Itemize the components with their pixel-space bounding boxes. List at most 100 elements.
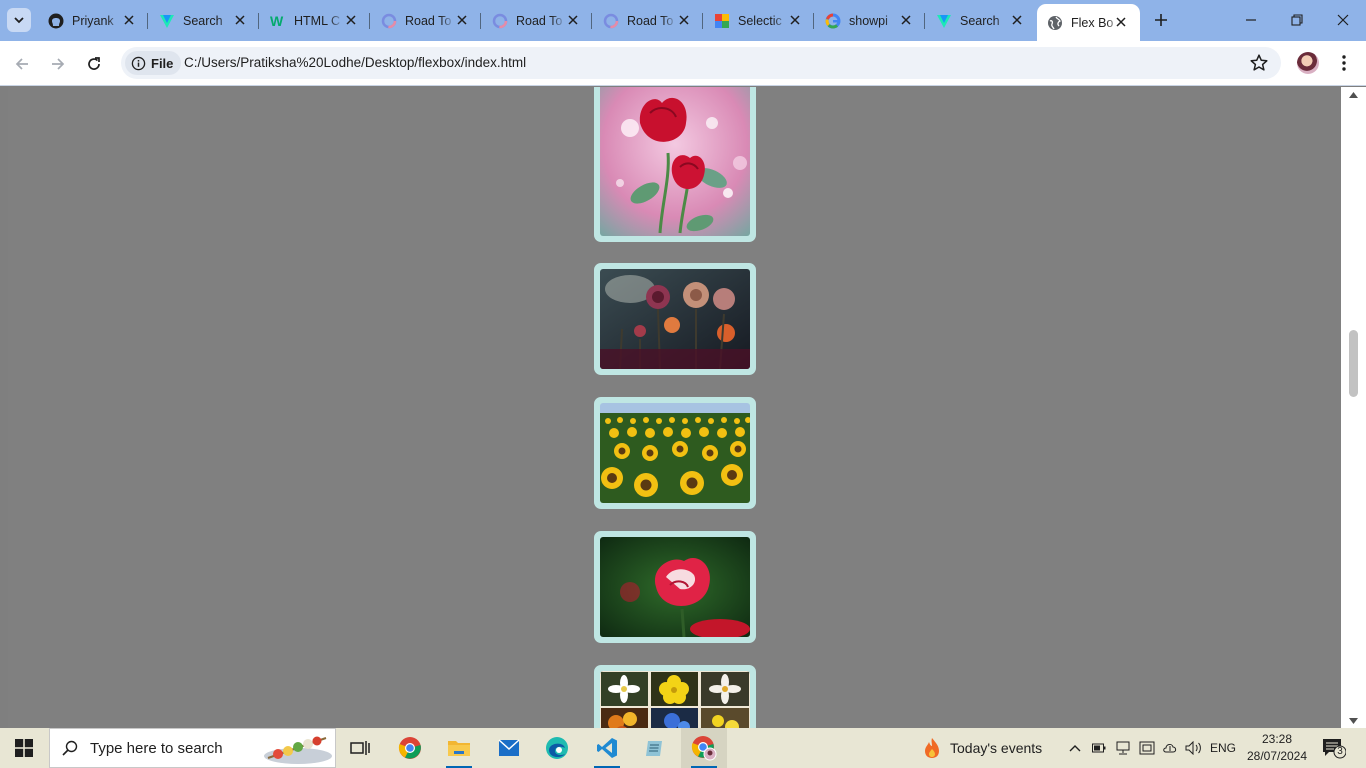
close-icon[interactable]	[677, 13, 691, 27]
red-roses-image	[600, 87, 750, 236]
close-icon[interactable]	[899, 13, 913, 27]
minimize-icon	[1246, 19, 1256, 21]
roadmap-icon	[381, 13, 397, 29]
tab-title: Priyank	[72, 13, 114, 28]
back-button[interactable]	[8, 50, 36, 78]
close-icon[interactable]	[344, 13, 358, 27]
reload-button[interactable]	[80, 50, 108, 78]
start-button[interactable]	[0, 728, 48, 768]
browser-toolbar: File C:/Users/Pratiksha%20Lodhe/Desktop/…	[0, 41, 1366, 86]
globe-icon	[1047, 15, 1063, 31]
tab-road-to-3[interactable]: Road To	[593, 6, 703, 35]
reload-icon	[88, 57, 100, 70]
minimize-button[interactable]	[1228, 0, 1274, 40]
close-icon[interactable]	[566, 13, 580, 27]
tab-road-to-1[interactable]: Road To	[371, 6, 481, 35]
search-highlight-illustration	[264, 736, 332, 764]
show-hidden-icons-button[interactable]	[1065, 728, 1085, 768]
close-window-button[interactable]	[1320, 0, 1366, 40]
tab-flex-box[interactable]: Flex Bo	[1037, 4, 1140, 41]
dark-flowers-image	[600, 269, 750, 369]
close-icon[interactable]	[233, 13, 247, 27]
scroll-down-icon[interactable]	[1349, 716, 1358, 725]
restore-button[interactable]	[1274, 0, 1320, 40]
scroll-up-icon[interactable]	[1349, 90, 1358, 99]
sunflower-field-image	[600, 403, 750, 503]
chevron-up-icon	[1069, 745, 1081, 752]
browser-menu-button[interactable]	[1335, 51, 1353, 75]
taskbar-search-input[interactable]: Type here to search	[49, 728, 336, 768]
cloud-sync-icon[interactable]	[1160, 728, 1180, 768]
windows-taskbar: Type here to search Today's events ENG 2…	[0, 728, 1366, 768]
chevron-down-icon	[14, 17, 24, 24]
site-info-label: File	[151, 55, 174, 71]
tab-selection[interactable]: Selectic	[704, 6, 814, 35]
edge-icon	[546, 737, 568, 759]
notes-taskbar-app[interactable]	[632, 728, 678, 768]
language-indicator[interactable]: ENG	[1208, 728, 1238, 768]
windows-logo-icon	[15, 739, 33, 757]
file-explorer-taskbar-app[interactable]	[436, 728, 482, 768]
image-card	[594, 87, 756, 242]
tab-priyank[interactable]: Priyank	[38, 6, 148, 35]
search-placeholder: Type here to search	[90, 739, 223, 757]
close-icon[interactable]	[1010, 13, 1024, 27]
new-tab-button[interactable]	[1150, 9, 1172, 31]
chrome-taskbar-app[interactable]	[387, 728, 433, 768]
scrollbar-thumb[interactable]	[1349, 330, 1358, 397]
close-icon[interactable]	[1114, 15, 1128, 29]
mail-taskbar-app[interactable]	[486, 728, 532, 768]
pink-rose-image	[600, 537, 750, 637]
clock-date: 28/07/2024	[1246, 749, 1308, 763]
tab-html[interactable]: W HTML C	[260, 6, 370, 35]
todays-events-widget[interactable]: Today's events	[922, 728, 1042, 768]
image-card	[594, 263, 756, 375]
tab-search-2[interactable]: Search	[926, 6, 1036, 35]
tab-search-1[interactable]: Search	[149, 6, 259, 35]
battery-icon[interactable]	[1090, 728, 1108, 768]
page-viewport	[8, 87, 1341, 728]
edge-taskbar-app[interactable]	[534, 728, 580, 768]
address-bar[interactable]: File C:/Users/Pratiksha%20Lodhe/Desktop/…	[121, 47, 1281, 79]
sheets-icon	[714, 13, 730, 29]
close-icon[interactable]	[122, 13, 136, 27]
tab-showpi[interactable]: showpi	[815, 6, 925, 35]
network-icon[interactable]	[1113, 728, 1133, 768]
task-view-icon	[350, 741, 370, 755]
events-label: Today's events	[950, 740, 1043, 756]
url-text[interactable]: C:/Users/Pratiksha%20Lodhe/Desktop/flexb…	[184, 55, 526, 70]
system-clock[interactable]: 23:28 28/07/2024	[1246, 731, 1308, 765]
tab-title: Road To	[627, 13, 674, 28]
display-icon[interactable]	[1137, 728, 1157, 768]
tab-title: Selectic	[738, 13, 782, 28]
vuetify-icon	[936, 13, 952, 29]
vertical-scrollbar[interactable]	[1341, 87, 1366, 728]
site-info-chip[interactable]: File	[125, 51, 182, 75]
tab-title: Road To	[516, 13, 563, 28]
forward-button[interactable]	[44, 50, 72, 78]
star-icon[interactable]	[1249, 53, 1269, 73]
image-card	[594, 397, 756, 509]
w3schools-icon: W	[270, 13, 286, 29]
clock-time: 23:28	[1261, 732, 1293, 746]
more-vertical-icon	[1342, 55, 1346, 71]
chrome-active-taskbar-app[interactable]	[681, 728, 727, 768]
image-card	[594, 665, 756, 728]
roadmap-icon	[492, 13, 508, 29]
volume-icon[interactable]	[1184, 728, 1204, 768]
tab-title: showpi	[849, 13, 888, 28]
tab-strip: Priyank Search W HTML C Road To Road To	[0, 0, 1366, 41]
vscode-taskbar-app[interactable]	[584, 728, 630, 768]
task-view-button[interactable]	[337, 728, 383, 768]
tab-title: HTML C	[294, 13, 341, 28]
arrow-left-icon	[15, 58, 28, 70]
notification-count: 3	[1337, 746, 1343, 757]
info-icon	[131, 56, 146, 70]
notification-center-button[interactable]: 3	[1322, 737, 1347, 759]
tab-road-to-2[interactable]: Road To	[482, 6, 592, 35]
close-icon[interactable]	[455, 13, 469, 27]
avatar[interactable]	[1297, 52, 1319, 74]
tab-search-button[interactable]	[7, 8, 31, 32]
close-icon[interactable]	[788, 13, 802, 27]
vscode-icon	[597, 738, 617, 758]
